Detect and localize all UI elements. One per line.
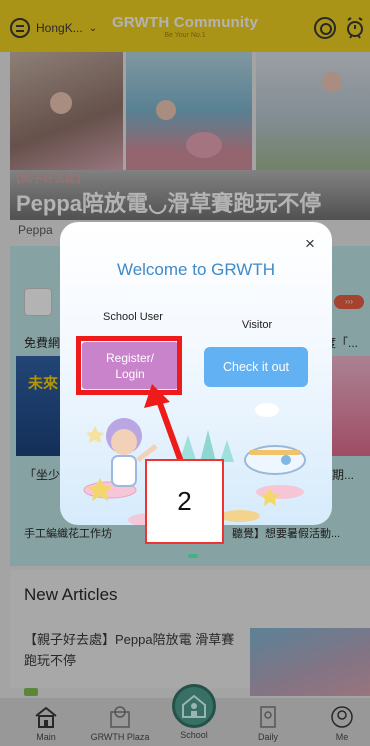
close-icon[interactable]: × (298, 232, 322, 256)
dialog-title: Welcome to GRWTH (116, 260, 276, 279)
check-it-out-button[interactable]: Check it out (204, 347, 308, 387)
school-user-label: School User (103, 311, 163, 323)
check-it-out-label: Check it out (222, 360, 289, 374)
step-number-label: 2 (145, 459, 224, 544)
visitor-label: Visitor (241, 319, 273, 331)
